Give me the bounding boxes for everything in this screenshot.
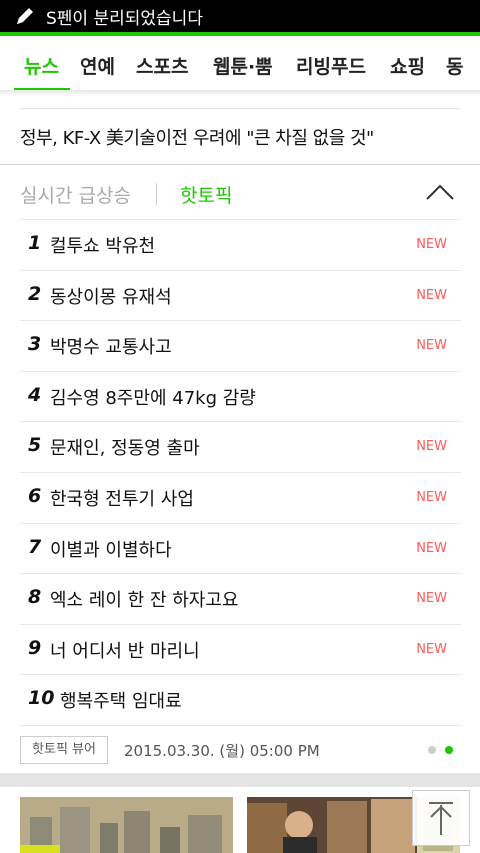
topic-title: 행복주택 임대료 xyxy=(60,691,182,713)
arrow-up-icon xyxy=(429,802,453,835)
topic-title: 엑소 레이 한 잔 하자고요 xyxy=(50,590,239,612)
topic-title: 컬투쇼 박유천 xyxy=(50,236,156,257)
rank-number: 9 xyxy=(28,636,42,659)
rank-number: 6 xyxy=(28,484,42,507)
topic-title: 이별과 이별하다 xyxy=(50,539,172,561)
news-headline[interactable]: 정부, KF-X 美기술이전 우려에 "큰 차질 없을 것" xyxy=(20,124,374,150)
tab-more[interactable]: 동 xyxy=(446,52,463,79)
new-badge: NEW xyxy=(416,641,447,657)
notification-text: S펜이 분리되었습니다 xyxy=(46,8,203,29)
cut-off-news-line xyxy=(40,94,440,104)
list-item[interactable]: 10 행복주택 임대료 xyxy=(20,674,461,725)
tab-news[interactable]: 뉴스 xyxy=(24,52,59,79)
list-item[interactable]: 2 동상이몽 유재석 NEW xyxy=(20,269,461,321)
status-bar: S펜이 분리되었습니다 xyxy=(0,0,480,32)
realtime-rising-tab[interactable]: 실시간 급상승 xyxy=(20,181,131,208)
topic-title: 문재인, 정동영 출마 xyxy=(50,438,200,460)
rank-number: 1 xyxy=(28,232,42,254)
list-item[interactable]: 8 엑소 레이 한 잔 하자고요 NEW xyxy=(20,573,461,624)
rank-number: 8 xyxy=(28,586,42,609)
new-badge: NEW xyxy=(416,540,447,556)
divider xyxy=(20,108,460,109)
topic-title: 박명수 교통사고 xyxy=(50,337,172,359)
tab-webtoon[interactable]: 웹툰·뿜 xyxy=(213,52,273,79)
list-item[interactable]: 7 이별과 이별하다 NEW xyxy=(20,522,461,574)
new-badge: NEW xyxy=(416,287,447,303)
new-badge: NEW xyxy=(416,591,447,607)
news-thumbnail-city[interactable] xyxy=(20,797,233,853)
timestamp: 2015.03.30. (월) 05:00 PM xyxy=(124,742,320,760)
list-item[interactable]: 4 김수영 8주만에 47kg 감량 xyxy=(20,370,461,422)
topic-title: 너 어디서 반 마리니 xyxy=(50,640,200,662)
tab-shopping[interactable]: 쇼핑 xyxy=(390,52,425,79)
hot-topic-footer: 핫토픽 뷰어 2015.03.30. (월) 05:00 PM xyxy=(20,725,461,772)
list-item[interactable]: 3 박명수 교통사고 NEW xyxy=(20,320,461,371)
list-item[interactable]: 1 컬투쇼 박유천 NEW xyxy=(20,219,461,270)
new-badge: NEW xyxy=(416,489,447,505)
chevron-up-icon[interactable] xyxy=(424,179,456,205)
topic-title: 동상이몽 유재석 xyxy=(50,286,172,308)
hot-topic-list: 1 컬투쇼 박유천 NEW 2 동상이몽 유재석 NEW 3 박명수 교통사고 … xyxy=(20,219,461,725)
hot-topic-tab[interactable]: 핫토픽 xyxy=(180,181,232,208)
page-indicator-dot-active[interactable] xyxy=(445,746,453,754)
rank-number: 2 xyxy=(28,282,42,305)
list-item[interactable]: 5 문재인, 정동영 출마 NEW xyxy=(20,421,461,472)
tab-sports[interactable]: 스포츠 xyxy=(136,52,188,79)
rank-number: 5 xyxy=(28,434,42,457)
rank-number: 3 xyxy=(28,333,42,356)
rank-number: 10 xyxy=(28,687,55,710)
list-item[interactable]: 6 한국형 전투기 사업 NEW xyxy=(20,471,461,523)
rank-number: 7 xyxy=(28,535,42,558)
tab-entertainment[interactable]: 연예 xyxy=(80,52,115,79)
tab-living-food[interactable]: 리빙푸드 xyxy=(296,52,366,79)
new-badge: NEW xyxy=(416,237,447,252)
hot-topic-viewer-button[interactable]: 핫토픽 뷰어 xyxy=(20,736,108,764)
category-tabs: 뉴스 연예 스포츠 웹툰·뿜 리빙푸드 쇼핑 동 xyxy=(0,32,480,90)
divider xyxy=(156,183,157,205)
pen-icon xyxy=(17,8,33,24)
topic-title: 한국형 전투기 사업 xyxy=(50,488,194,510)
topic-title: 김수영 8주만에 47kg 감량 xyxy=(50,387,256,409)
new-badge: NEW xyxy=(416,338,447,354)
new-badge: NEW xyxy=(416,439,447,455)
hot-topic-header: 실시간 급상승 핫토픽 xyxy=(0,165,480,219)
page-indicator-dot[interactable] xyxy=(428,746,436,754)
scroll-to-top-button[interactable] xyxy=(412,790,470,846)
list-item[interactable]: 9 너 어디서 반 마리니 NEW xyxy=(20,623,461,675)
section-separator xyxy=(0,773,480,787)
rank-number: 4 xyxy=(28,383,42,406)
